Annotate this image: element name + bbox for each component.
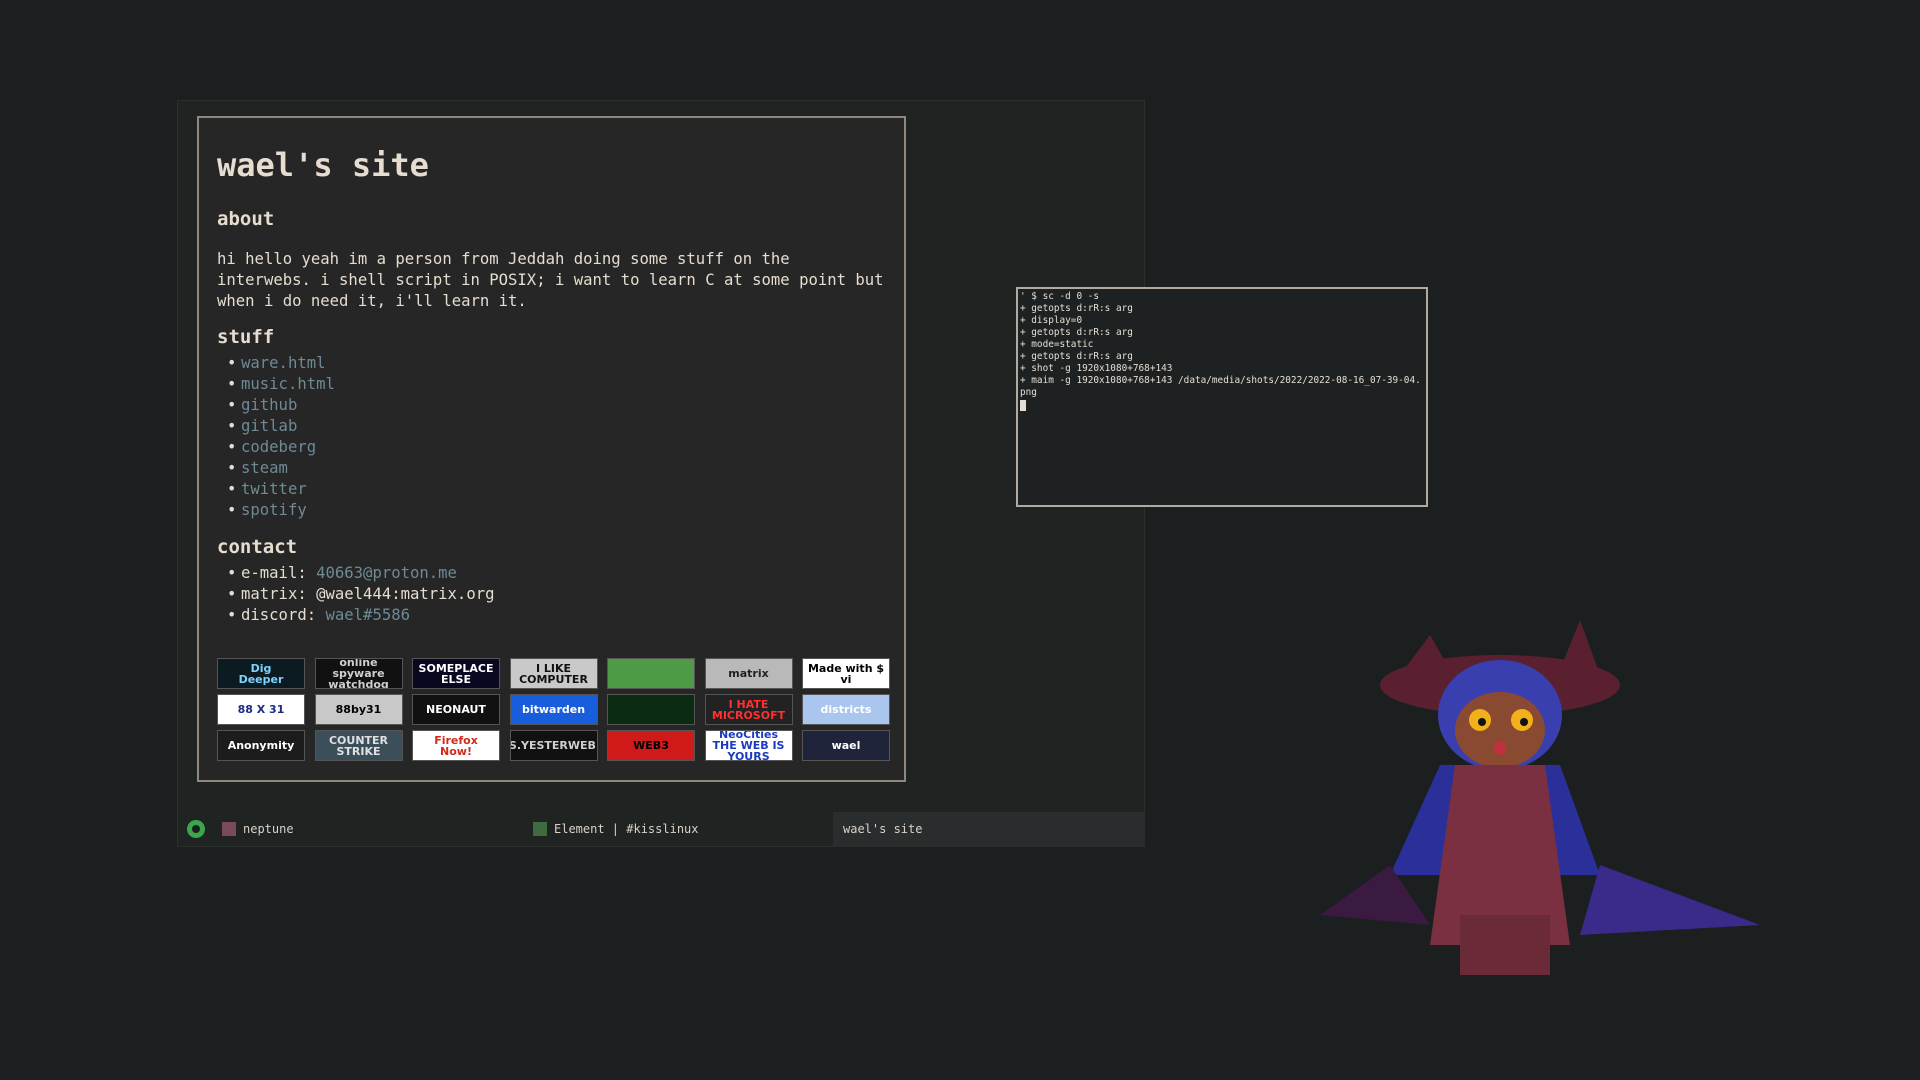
- badge-button[interactable]: matrix: [704, 658, 793, 689]
- badge-button[interactable]: Made with $ vi: [802, 658, 890, 689]
- terminal-window[interactable]: ' $ sc -d 0 -s + getopts d:rR:s arg + disp…: [1016, 287, 1428, 507]
- list-item: gitlab: [227, 416, 886, 437]
- badge-button[interactable]: Firefox Now!: [412, 730, 500, 761]
- link-spotify[interactable]: spotify: [241, 501, 307, 519]
- badge-button[interactable]: bitwarden: [509, 694, 598, 725]
- status-bar: neptune Element | #kisslinux wael's site: [177, 812, 1145, 847]
- window-title-element[interactable]: Element | #kisslinux: [554, 822, 699, 836]
- badge-button[interactable]: I LIKE COMPUTER: [509, 658, 598, 689]
- contact-label: matrix:: [241, 585, 317, 603]
- link-gitlab[interactable]: gitlab: [241, 417, 297, 435]
- contact-label: discord:: [241, 606, 326, 624]
- link-music[interactable]: music.html: [241, 375, 335, 393]
- window-swatch: [533, 822, 547, 836]
- terminal-cursor: [1020, 400, 1026, 411]
- contact-discord: discord: wael#5586: [227, 605, 886, 626]
- badge-button[interactable]: COUNTER STRIKE: [314, 730, 403, 761]
- list-item: ware.html: [227, 353, 886, 374]
- stuff-heading: stuff: [217, 326, 275, 348]
- badge-button[interactable]: NeoCities THE WEB IS YOURS: [704, 730, 793, 761]
- site-title: wael's site: [217, 146, 429, 184]
- badge-button[interactable]: 88by31: [314, 694, 403, 725]
- terminal-line: + getopts d:rR:s arg: [1020, 351, 1133, 362]
- link-twitter[interactable]: twitter: [241, 480, 307, 498]
- workspace-label[interactable]: neptune: [243, 822, 294, 836]
- terminal-line: + shot -g 1920x1080+768+143: [1020, 363, 1173, 374]
- cat-character-icon: [1320, 620, 1760, 975]
- focused-window-title: wael's site: [843, 822, 923, 836]
- focused-window-tab[interactable]: wael's site: [833, 812, 1145, 847]
- audio-tray-icon[interactable]: [187, 820, 205, 838]
- contact-heading: contact: [217, 536, 298, 558]
- list-item: steam: [227, 458, 886, 479]
- badge-button[interactable]: districts: [802, 694, 890, 725]
- discord-link[interactable]: wael#5586: [326, 606, 411, 624]
- link-ware[interactable]: ware.html: [241, 354, 326, 372]
- terminal-line: + maim -g 1920x1080+768+143 /data/media/…: [1020, 375, 1421, 398]
- terminal-line: + getopts d:rR:s arg: [1020, 327, 1133, 338]
- badge-grid: Dig Deeper online spyware watchdog SOMEPLA…: [217, 658, 890, 761]
- badge-button[interactable]: [607, 694, 695, 725]
- terminal-line: ' $ sc -d 0 -s: [1020, 291, 1100, 302]
- badge-button[interactable]: NEONAUT: [412, 694, 500, 725]
- list-item: github: [227, 395, 886, 416]
- terminal-line: + mode=static: [1020, 339, 1094, 350]
- link-steam[interactable]: steam: [241, 459, 288, 477]
- badge-button[interactable]: online spyware watchdog: [314, 658, 403, 689]
- badge-button[interactable]: I HATE MICROSOFT: [704, 694, 793, 725]
- about-text: hi hello yeah im a person from Jeddah do…: [217, 250, 884, 310]
- badge-button[interactable]: [607, 658, 695, 689]
- link-github[interactable]: github: [241, 396, 297, 414]
- stuff-list: ware.html music.html github gitlab codeb…: [217, 353, 886, 521]
- web-page: wael's site about hi hello yeah im a per…: [197, 116, 906, 782]
- terminal-line: + getopts d:rR:s arg: [1020, 303, 1133, 314]
- contact-list: e-mail: 40663@proton.me matrix: @wael444…: [217, 563, 886, 626]
- list-item: music.html: [227, 374, 886, 395]
- workspace-swatch: [222, 822, 236, 836]
- list-item: twitter: [227, 479, 886, 500]
- contact-matrix: matrix: @wael444:matrix.org: [227, 584, 886, 605]
- badge-button[interactable]: Dig Deeper: [217, 658, 305, 689]
- email-link[interactable]: 40663@proton.me: [316, 564, 457, 582]
- badge-button[interactable]: Anonymity: [217, 730, 305, 761]
- list-item: spotify: [227, 500, 886, 521]
- badge-button[interactable]: SOMEPLACE ELSE: [412, 658, 500, 689]
- badge-button[interactable]: 88 X 31: [217, 694, 305, 725]
- contact-label: e-mail:: [241, 564, 317, 582]
- link-codeberg[interactable]: codeberg: [241, 438, 316, 456]
- badge-button[interactable]: wael: [802, 730, 890, 761]
- about-heading: about: [217, 208, 275, 230]
- list-item: codeberg: [227, 437, 886, 458]
- badge-button[interactable]: LINKS.YESTERWEB.ORG: [509, 730, 598, 761]
- terminal-line: + display=0: [1020, 315, 1083, 326]
- badge-button[interactable]: WEB3: [607, 730, 695, 761]
- contact-email: e-mail: 40663@proton.me: [227, 563, 886, 584]
- matrix-id: @wael444:matrix.org: [316, 585, 495, 603]
